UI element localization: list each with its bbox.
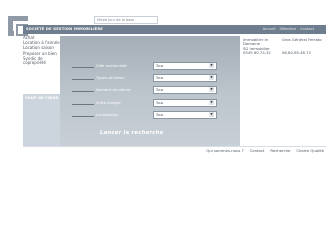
chevron-down-icon[interactable]: ▼	[209, 87, 214, 92]
top-tagline: Miseà Jour de la base	[94, 16, 158, 24]
sidebar-item-syndic[interactable]: Syndic de copropriété	[23, 56, 60, 66]
contact-cell: Gros Général Ferrato	[282, 37, 322, 42]
footer-divider	[23, 146, 326, 147]
row-rule	[72, 91, 94, 92]
budget-select[interactable]: Tous	[153, 99, 217, 107]
type-label: Types de biens	[96, 75, 125, 80]
row-rule	[72, 104, 94, 105]
top-nav: Accueil Sélection Contact	[263, 26, 314, 33]
chevron-down-icon[interactable]: ▼	[209, 75, 214, 80]
nav-home-link[interactable]: Accueil	[263, 26, 276, 33]
nav-selection-link[interactable]: Sélection	[279, 26, 296, 33]
footer-link-search[interactable]: Recherche	[270, 148, 290, 154]
row-rule	[72, 67, 94, 68]
sidebar-nav: Achat Location à l'année Location saison…	[23, 35, 60, 67]
coup-de-coeur-title: COUP DE CŒUR	[24, 95, 59, 100]
type-select[interactable]: Tous	[153, 74, 217, 82]
localisation-select[interactable]: Tous	[153, 111, 217, 119]
contact-info: Immobilier le Domaine Gros Général Ferra…	[243, 37, 322, 56]
chevron-down-icon[interactable]: ▼	[209, 112, 214, 117]
chevron-down-icon[interactable]: ▼	[209, 100, 214, 105]
form-row-ville: Ville recherchée Tous ▼	[72, 62, 218, 70]
footer-links: Qui sommes-nous ? Contact Recherche Char…	[206, 148, 324, 154]
search-button[interactable]: Lancer la recherche	[100, 130, 163, 136]
row-rule	[72, 79, 94, 80]
footer-link-about[interactable]: Qui sommes-nous ?	[206, 148, 243, 154]
contact-cell: 06.80.65.46.72	[282, 50, 311, 56]
pieces-select[interactable]: Tous	[153, 86, 217, 94]
footer-link-charter[interactable]: Charte Qualité	[296, 148, 324, 154]
form-row-type: Types de biens Tous ▼	[72, 74, 218, 82]
footer-link-contact[interactable]: Contact	[250, 148, 265, 154]
pieces-label: Nombre de pièces	[96, 87, 131, 92]
company-name: SOCIÉTÉ DE GESTION IMMOBILIÈRE	[26, 27, 103, 31]
budget-label: Votre budget	[96, 100, 121, 105]
ville-select[interactable]: Tous	[153, 62, 217, 70]
contact-cell: 0545 60.74.32	[243, 50, 271, 56]
form-row-pieces: Nombre de pièces Tous ▼	[72, 86, 218, 94]
chevron-down-icon[interactable]: ▼	[209, 63, 214, 68]
localisation-label: Localisation	[96, 112, 119, 117]
coup-de-coeur-panel[interactable]	[23, 94, 60, 146]
nav-contact-link[interactable]: Contact	[300, 26, 314, 33]
row-rule	[72, 116, 94, 117]
ville-label: Ville recherchée	[96, 63, 127, 68]
form-row-localisation: Localisation Tous ▼	[72, 111, 218, 119]
form-row-budget: Votre budget Tous ▼	[72, 99, 218, 107]
